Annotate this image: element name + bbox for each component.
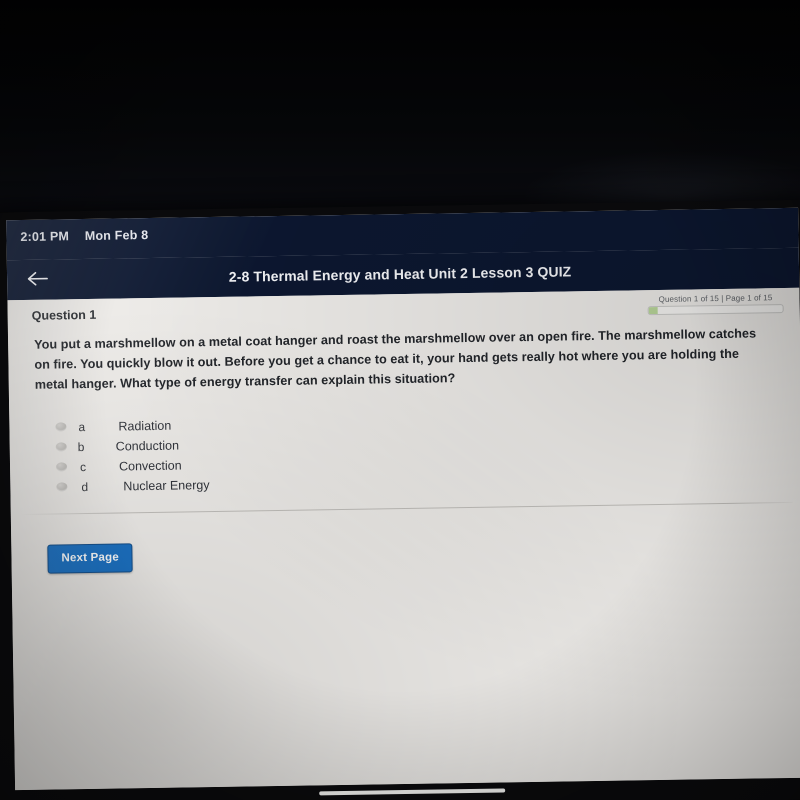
answer-option-letter: b (77, 439, 85, 454)
back-button[interactable] (21, 263, 55, 294)
question-text: You put a marshmellow on a metal coat ha… (34, 326, 757, 392)
answer-option-text: Nuclear Energy (123, 477, 210, 494)
next-page-button[interactable]: Next Page (47, 542, 134, 574)
back-arrow-icon (27, 271, 48, 286)
radio-button-icon[interactable] (55, 442, 67, 452)
quiz-content: Question 1 Question 1 of 15 | Page 1 of … (7, 287, 800, 791)
question-number-label: Question 1 (31, 307, 97, 323)
radio-button-icon[interactable] (56, 482, 68, 492)
status-date: Mon Feb 8 (84, 227, 149, 243)
answer-option-letter: c (79, 459, 87, 474)
radio-button-icon[interactable] (55, 422, 67, 432)
quiz-progress: Question 1 of 15 | Page 1 of 15 (647, 293, 784, 316)
tablet-screen: 2:01 PM Mon Feb 8 2-8 Thermal Energy and… (6, 207, 800, 791)
answer-option-text: Radiation (118, 418, 172, 434)
status-time: 2:01 PM (20, 229, 70, 244)
ambient-background (0, 0, 800, 212)
answer-option-text: Convection (118, 458, 182, 474)
status-bar-left: 2:01 PM Mon Feb 8 (20, 228, 148, 244)
answer-option-text: Conduction (115, 438, 180, 454)
progress-bar (647, 304, 784, 316)
answer-option-letter: a (78, 419, 86, 434)
page-title: 2-8 Thermal Energy and Heat Unit 2 Lesso… (228, 263, 572, 285)
radio-button-icon[interactable] (55, 462, 68, 472)
progress-bar-fill (648, 306, 659, 315)
answer-option-letter: d (81, 479, 89, 494)
progress-label: Question 1 of 15 | Page 1 of 15 (658, 293, 773, 304)
section-divider (20, 501, 793, 515)
answer-options-list: a Radiation b Conduction c Convection d Nuclear… (55, 405, 800, 497)
home-indicator[interactable] (319, 788, 506, 796)
tablet-device: 2:01 PM Mon Feb 8 2-8 Thermal Energy and… (0, 199, 800, 800)
tablet-photo: 2:01 PM Mon Feb 8 2-8 Thermal Energy and… (0, 0, 800, 800)
